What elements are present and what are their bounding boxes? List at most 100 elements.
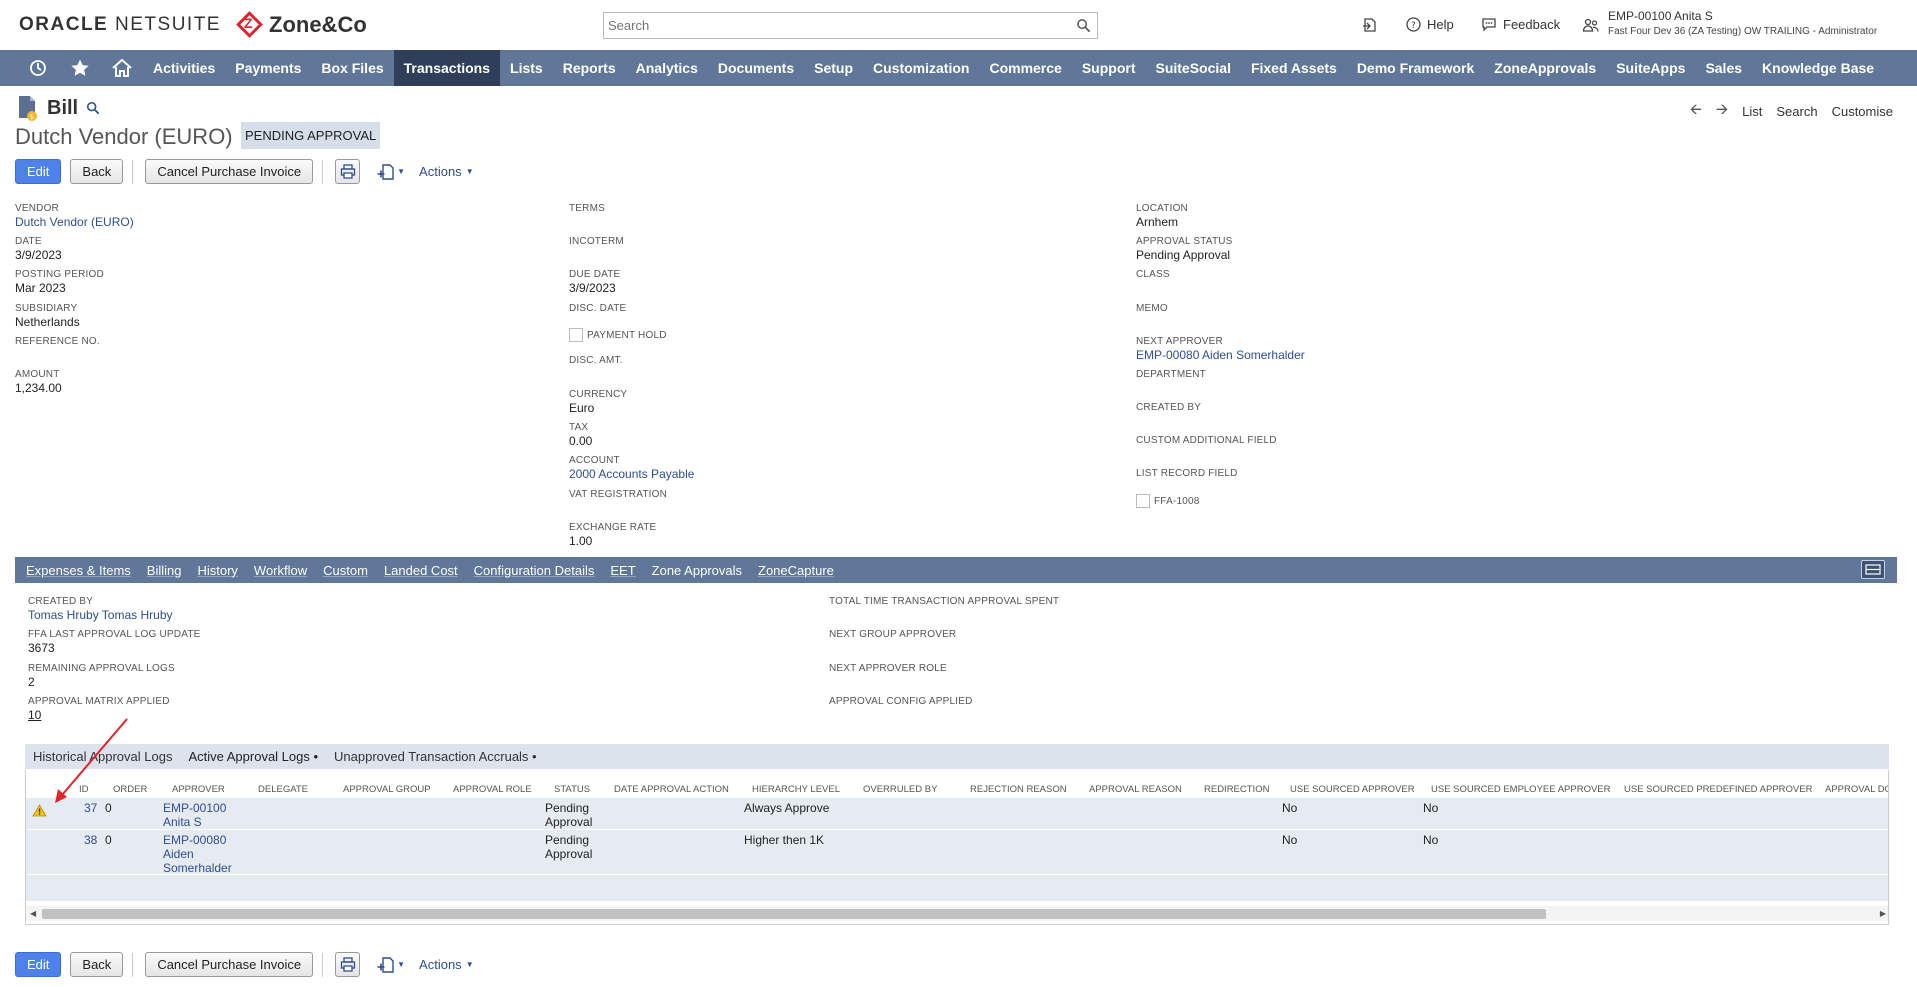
col-date-approval-action[interactable]: DATE APPROVAL ACTION [614, 784, 729, 795]
previous-record-icon[interactable]: 🡨 [1690, 99, 1702, 124]
col-approver[interactable]: APPROVER [172, 784, 225, 795]
search-input[interactable] [604, 13, 1064, 38]
col-use-sourced-employee-approver[interactable]: USE SOURCED EMPLOYEE APPROVER [1431, 784, 1611, 795]
home-icon[interactable] [101, 50, 143, 86]
cancel-purchase-invoice-button[interactable]: Cancel Purchase Invoice [145, 952, 314, 977]
tab-historical-approval-logs[interactable]: Historical Approval Logs [25, 749, 180, 764]
nav-demo-framework[interactable]: Demo Framework [1347, 50, 1484, 86]
tab-zonecapture[interactable]: ZoneCapture [753, 563, 839, 578]
col-rejection-reason[interactable]: REJECTION REASON [970, 784, 1067, 795]
edit-button[interactable]: Edit [15, 952, 62, 977]
ffa-1008-checkbox [1136, 494, 1150, 508]
help-link[interactable]: ? Help [1406, 17, 1454, 32]
row-approver-link[interactable]: EMP-00100 Anita S [163, 801, 226, 829]
nav-activities[interactable]: Activities [143, 50, 225, 86]
col-use-sourced-approver[interactable]: USE SOURCED APPROVER [1290, 784, 1415, 795]
row-id-link[interactable]: 37 [84, 801, 97, 815]
scrollbar-thumb[interactable] [42, 909, 1546, 919]
list-link[interactable]: List [1742, 104, 1762, 119]
favorites-star-icon[interactable] [59, 50, 101, 86]
new-record-dropdown[interactable]: ▼ [377, 163, 405, 181]
customise-link[interactable]: Customise [1832, 104, 1893, 119]
col-redirection[interactable]: REDIRECTION [1204, 784, 1269, 795]
print-button[interactable] [335, 952, 361, 977]
edit-button[interactable]: Edit [15, 159, 62, 184]
row-id-link[interactable]: 38 [84, 833, 97, 847]
zone-created-by-link[interactable]: Tomas Hruby Tomas Hruby [28, 608, 173, 622]
tab-eet[interactable]: EET [605, 563, 640, 578]
col-approval-role[interactable]: APPROVAL ROLE [453, 784, 532, 795]
scroll-right-icon[interactable]: ▶ [1880, 909, 1886, 918]
col-status[interactable]: STATUS [554, 784, 590, 795]
nav-lists[interactable]: Lists [500, 50, 553, 86]
nav-fixed-assets[interactable]: Fixed Assets [1241, 50, 1347, 86]
col-use-sourced-predefined-approver[interactable]: USE SOURCED PREDEFINED APPROVER [1624, 784, 1812, 795]
nav-support[interactable]: Support [1072, 50, 1146, 86]
nav-commerce[interactable]: Commerce [979, 50, 1071, 86]
tab-workflow[interactable]: Workflow [249, 563, 312, 578]
col-overruled-by[interactable]: OVERRULED BY [863, 784, 937, 795]
vendor-link[interactable]: Dutch Vendor (EURO) [15, 215, 134, 229]
global-search[interactable] [603, 12, 1098, 39]
tab-custom[interactable]: Custom [318, 563, 373, 578]
scroll-left-icon[interactable]: ◀ [30, 909, 36, 918]
row-status: Pending Approval [545, 801, 592, 829]
col-approval-do[interactable]: APPROVAL DO [1825, 784, 1888, 795]
nav-customization[interactable]: Customization [863, 50, 979, 86]
recent-history-icon[interactable] [17, 50, 59, 86]
print-button[interactable] [335, 159, 361, 184]
col-approval-reason[interactable]: APPROVAL REASON [1089, 784, 1182, 795]
search-icon[interactable] [1076, 18, 1091, 33]
matrix-applied-link[interactable]: 10 [28, 708, 170, 722]
nav-box-files[interactable]: Box Files [311, 50, 393, 86]
new-record-dropdown[interactable]: ▼ [377, 956, 405, 974]
nav-payments[interactable]: Payments [225, 50, 311, 86]
nav-suiteapps[interactable]: SuiteApps [1606, 50, 1695, 86]
col-id[interactable]: ID [79, 784, 89, 795]
cancel-purchase-invoice-button[interactable]: Cancel Purchase Invoice [145, 159, 314, 184]
nav-suitesocial[interactable]: SuiteSocial [1145, 50, 1240, 86]
recent-records-icon [1363, 18, 1376, 32]
account-link[interactable]: 2000 Accounts Payable [569, 467, 694, 481]
user-menu[interactable]: EMP-00100 Anita S Fast Four Dev 36 (ZA T… [1582, 9, 1877, 37]
account-field: ACCOUNT 2000 Accounts Payable [569, 455, 694, 481]
col-approval-group[interactable]: APPROVAL GROUP [343, 784, 431, 795]
oracle-netsuite-logo[interactable]: ORACLE NETSUITE [19, 14, 221, 36]
ffa-1008-label: FFA-1008 [1154, 495, 1200, 507]
next-approver-link[interactable]: EMP-00080 Aiden Somerhalder [1136, 348, 1305, 362]
tab-billing[interactable]: Billing [142, 563, 187, 578]
tab-active-approval-logs[interactable]: Active Approval Logs • [180, 749, 327, 764]
next-record-icon[interactable]: 🡪 [1716, 99, 1728, 124]
tab-expenses-items[interactable]: Expenses & Items [21, 563, 136, 578]
nav-transactions[interactable]: Transactions [393, 50, 501, 86]
nav-zoneapprovals[interactable]: ZoneApprovals [1484, 50, 1606, 86]
warning-icon [32, 804, 47, 817]
nav-knowledge-base[interactable]: Knowledge Base [1752, 50, 1884, 86]
tab-zone-approvals[interactable]: Zone Approvals [647, 563, 747, 578]
col-order[interactable]: ORDER [113, 784, 147, 795]
feedback-link[interactable]: Feedback [1481, 17, 1560, 32]
nav-reports[interactable]: Reports [553, 50, 626, 86]
col-delegate[interactable]: DELEGATE [258, 784, 308, 795]
nav-documents[interactable]: Documents [708, 50, 804, 86]
tab-unapproved-accruals[interactable]: Unapproved Transaction Accruals • [326, 749, 545, 764]
nav-setup[interactable]: Setup [804, 50, 863, 86]
nav-analytics[interactable]: Analytics [626, 50, 708, 86]
actions-menu[interactable]: Actions ▼ [419, 164, 474, 179]
tab-history[interactable]: History [192, 563, 242, 578]
row-use-sourced: No [1282, 801, 1298, 815]
row-approver-link[interactable]: EMP-00080 Aiden Somerhalder [163, 833, 232, 875]
col-hierarchy-level[interactable]: HIERARCHY LEVEL [752, 784, 840, 795]
actions-menu[interactable]: Actions ▼ [419, 957, 474, 972]
nav-sales[interactable]: Sales [1695, 50, 1752, 86]
subtab-layout-toggle-icon[interactable] [1861, 560, 1885, 579]
tab-landed-cost[interactable]: Landed Cost [379, 563, 463, 578]
record-search-icon[interactable] [86, 101, 100, 115]
tab-configuration-details[interactable]: Configuration Details [469, 563, 600, 578]
search-link[interactable]: Search [1776, 104, 1817, 119]
back-button[interactable]: Back [70, 159, 124, 184]
total-time-label: TOTAL TIME TRANSACTION APPROVAL SPENT [829, 596, 1060, 607]
back-button[interactable]: Back [70, 952, 124, 977]
recent-records-button[interactable] [1362, 17, 1377, 33]
horizontal-scrollbar[interactable]: ◀ ▶ [26, 906, 1888, 921]
